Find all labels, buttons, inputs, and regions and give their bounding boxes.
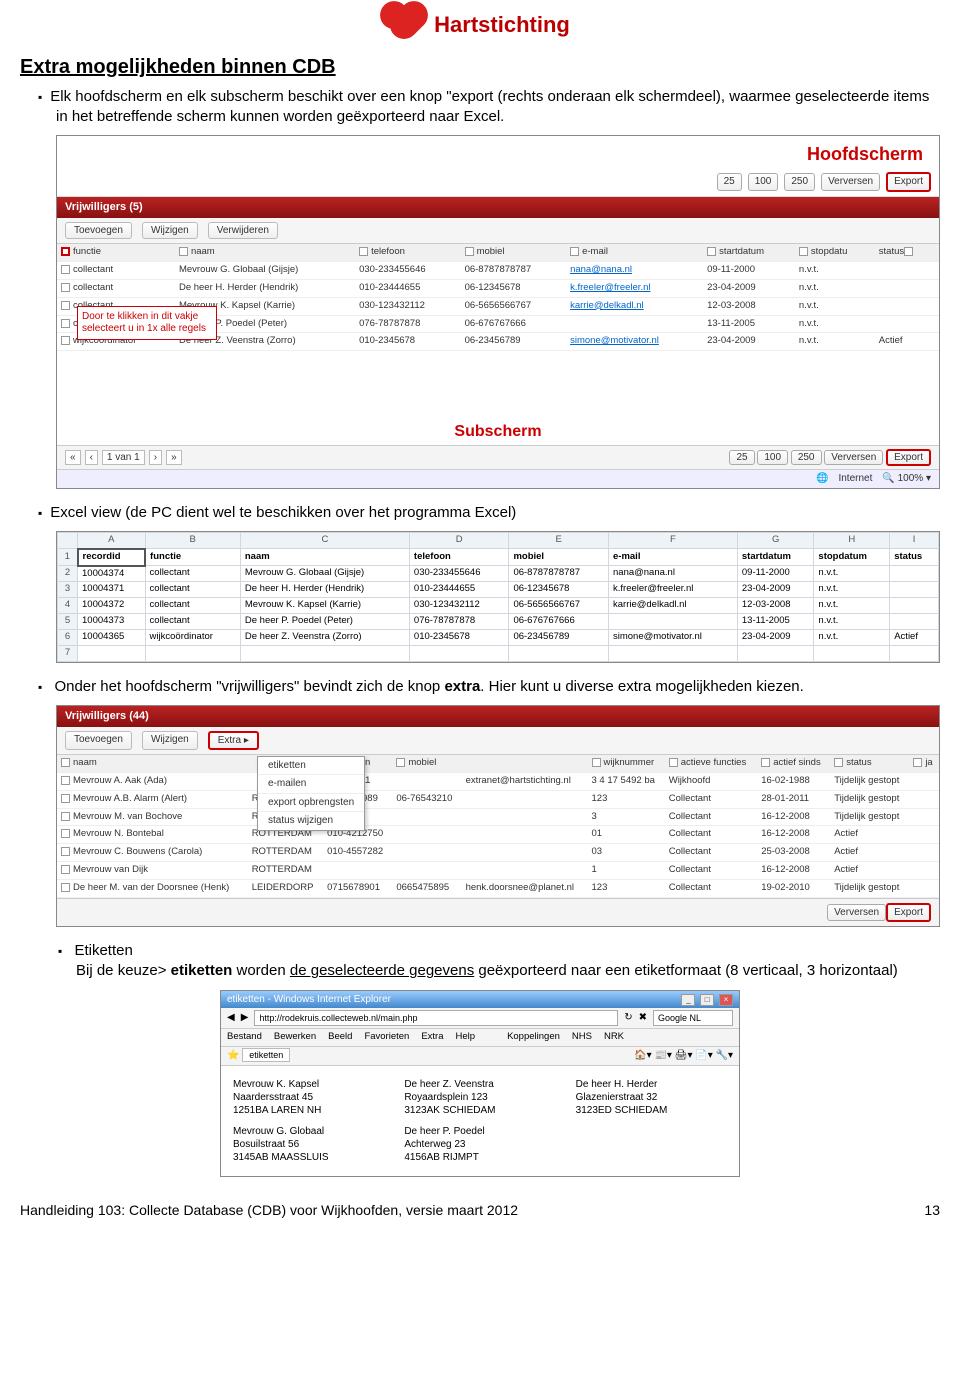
feeds-icon[interactable]: 📰▾ — [654, 1050, 671, 1061]
vrijwilligers-table-2: naamelefoonmobielwijknummeractieve funct… — [57, 755, 939, 898]
extra-button[interactable]: Extra ▸ — [208, 731, 259, 751]
table-row: 210004374collectantMevrouw G. Globaal (G… — [58, 566, 939, 582]
menu-help[interactable]: Help — [456, 1031, 476, 1044]
menu-beeld[interactable]: Beeld — [328, 1031, 352, 1044]
screenshot-extra-menu: Vrijwilligers (44) Toevoegen Wijzigen Ex… — [56, 705, 940, 927]
extra-dropdown: etiketten e-mailen export opbrengsten st… — [257, 756, 365, 831]
refresh-button-3[interactable]: Verversen — [827, 904, 886, 922]
labels-grid: Mevrouw K. KapselNaardersstraat 451251BA… — [221, 1066, 739, 1176]
table-row: 310004371collectantDe heer H. Herder (He… — [58, 582, 939, 598]
refresh-button[interactable]: Verversen — [821, 173, 880, 191]
screenshot-hoofdscherm: Hoofdscherm 25 100 250 Verversen Export … — [56, 135, 940, 489]
table-row[interactable]: collectantMevrouw G. Globaal (Gijsje)030… — [57, 262, 939, 280]
table-row: 410004372collectantMevrouw K. Kapsel (Ka… — [58, 598, 939, 614]
back-icon[interactable]: ◀ — [227, 1011, 235, 1025]
ie-menubar: Bestand Bewerken Beeld Favorieten Extra … — [221, 1029, 739, 1047]
pagesize-25-b[interactable]: 25 — [729, 450, 754, 465]
table-row[interactable]: De heer M. van der Doorsnee (Henk)LEIDER… — [57, 879, 939, 897]
link-nhs[interactable]: NHS — [572, 1031, 592, 1044]
ie-tab-etiketten[interactable]: etiketten — [242, 1048, 290, 1062]
address-label: De heer P. PoedelAchterweg 234156AB RIJM… — [404, 1125, 555, 1164]
section-title: Extra mogelijkheden binnen CDB — [20, 54, 940, 81]
address-label: De heer H. HerderGlazenierstraat 323123E… — [576, 1078, 727, 1117]
address-label — [576, 1125, 727, 1164]
table-row[interactable]: Mevrouw van DijkROTTERDAM1Collectant16-1… — [57, 862, 939, 880]
hoofdscherm-label: Hoofdscherm — [57, 136, 939, 168]
menu-bewerken[interactable]: Bewerken — [274, 1031, 316, 1044]
pagesize-250-b[interactable]: 250 — [791, 450, 822, 465]
bullet-export-intro: Elk hoofdscherm en elk subscherm beschik… — [56, 87, 940, 128]
export-button-3[interactable]: Export — [886, 903, 931, 923]
refresh-icon[interactable]: ↻ — [624, 1011, 632, 1025]
table-row: 610004365wijkcoördinatorDe heer Z. Veens… — [58, 629, 939, 645]
menu-bestand[interactable]: Bestand — [227, 1031, 262, 1044]
pagesize-100-b[interactable]: 100 — [757, 450, 788, 465]
table-row: 510004373collectantDe heer P. Poedel (Pe… — [58, 614, 939, 630]
tools-icon[interactable]: 🔧▾ — [716, 1050, 733, 1061]
search-field[interactable]: Google NL — [653, 1010, 733, 1026]
screenshot-excel: ABCDEFGHI 1recordidfunctienaamtelefoonmo… — [56, 531, 940, 663]
table-row[interactable]: collectantDe heer H. Herder (Hendrik)010… — [57, 279, 939, 297]
heart-icon — [384, 5, 424, 45]
link-nrk[interactable]: NRK — [604, 1031, 624, 1044]
export-button-bottom[interactable]: Export — [886, 449, 931, 466]
page-icon[interactable]: 📄▾ — [695, 1050, 712, 1061]
toevoegen-button[interactable]: Toevoegen — [65, 222, 132, 240]
address-label: De heer Z. VeenstraRoyaardsplein 1233123… — [404, 1078, 555, 1117]
page-number: 13 — [924, 1201, 940, 1220]
favorites-icon[interactable]: ⭐ — [227, 1050, 239, 1061]
ie-title: etiketten - Windows Internet Explorer — [227, 993, 391, 1007]
logo-header: Hartstichting — [20, 10, 940, 40]
menu-status-wijzigen[interactable]: status wijzigen — [258, 812, 364, 830]
home-icon[interactable]: 🏠▾ — [634, 1050, 651, 1061]
url-field[interactable]: http://rodekruis.collecteweb.nl/main.php — [254, 1010, 618, 1026]
menu-etiketten[interactable]: etiketten — [258, 757, 364, 776]
globe-icon: 🌐 — [816, 472, 828, 486]
bullet-excel-view: Excel view (de PC dient wel te beschikke… — [56, 503, 940, 523]
wijzigen-button[interactable]: Wijzigen — [142, 222, 198, 240]
maximize-icon[interactable]: □ — [700, 994, 714, 1006]
table-row[interactable]: Mevrouw A.B. Alarm (Alert)ROTTERDAM20-98… — [57, 790, 939, 808]
refresh-button-b[interactable]: Verversen — [824, 450, 883, 465]
bullet-etiketten: Etiketten Bij de keuze> etiketten worden… — [76, 941, 940, 982]
panel-header-vrijwilligers: Vrijwilligers (5) — [57, 197, 939, 218]
pagesize-100[interactable]: 100 — [748, 173, 779, 191]
table-row[interactable]: Mevrouw M. van BochoveROTTERDAM3Collecta… — [57, 808, 939, 826]
address-label: Mevrouw K. KapselNaardersstraat 451251BA… — [233, 1078, 384, 1117]
menu-extra[interactable]: Extra — [421, 1031, 443, 1044]
minimize-icon[interactable]: _ — [681, 994, 695, 1006]
print-icon[interactable]: 🖨▾ — [675, 1050, 693, 1061]
select-all-checkbox[interactable] — [61, 247, 70, 256]
footer-text: Handleiding 103: Collecte Database (CDB)… — [20, 1201, 518, 1220]
toevoegen-button-2[interactable]: Toevoegen — [65, 731, 132, 751]
table-row[interactable]: Mevrouw C. Bouwens (Carola)ROTTERDAM010-… — [57, 844, 939, 862]
panel-header-vrijwilligers-44: Vrijwilligers (44) — [57, 706, 939, 727]
table-row[interactable]: Mevrouw N. BontebalROTTERDAM010-42127500… — [57, 826, 939, 844]
bullet-extra-knop: Onder het hoofdscherm "vrijwilligers" be… — [56, 677, 940, 697]
menu-export-opbrengsten[interactable]: export opbrengsten — [258, 794, 364, 813]
table-row[interactable]: Mevrouw A. Aak (Ada)101111111extranet@ha… — [57, 772, 939, 790]
stop-icon[interactable]: ✖ — [639, 1011, 647, 1025]
pagesize-25[interactable]: 25 — [717, 173, 742, 191]
select-all-note: Door te klikken in dit vakje selecteert … — [77, 306, 217, 340]
pagesize-250[interactable]: 250 — [784, 173, 815, 191]
close-icon[interactable]: × — [719, 994, 733, 1006]
menu-emailen[interactable]: e-mailen — [258, 775, 364, 794]
wijzigen-button-2[interactable]: Wijzigen — [142, 731, 198, 751]
pager[interactable]: «‹1 van 1›» — [65, 450, 182, 466]
verwijderen-button[interactable]: Verwijderen — [208, 222, 278, 240]
koppelingen-label: Koppelingen — [507, 1031, 560, 1044]
forward-icon[interactable]: ▶ — [241, 1011, 249, 1025]
zoom-level[interactable]: 🔍 100% ▾ — [882, 472, 931, 486]
status-internet: Internet — [838, 472, 872, 486]
export-button-top[interactable]: Export — [886, 172, 931, 192]
ie-window-etiketten: etiketten - Windows Internet Explorer _ … — [220, 990, 740, 1177]
address-label: Mevrouw G. GlobaalBosuilstraat 563145AB … — [233, 1125, 384, 1164]
subscherm-label: Subscherm — [57, 421, 939, 443]
menu-favorieten[interactable]: Favorieten — [364, 1031, 409, 1044]
logo-text: Hartstichting — [434, 10, 570, 40]
